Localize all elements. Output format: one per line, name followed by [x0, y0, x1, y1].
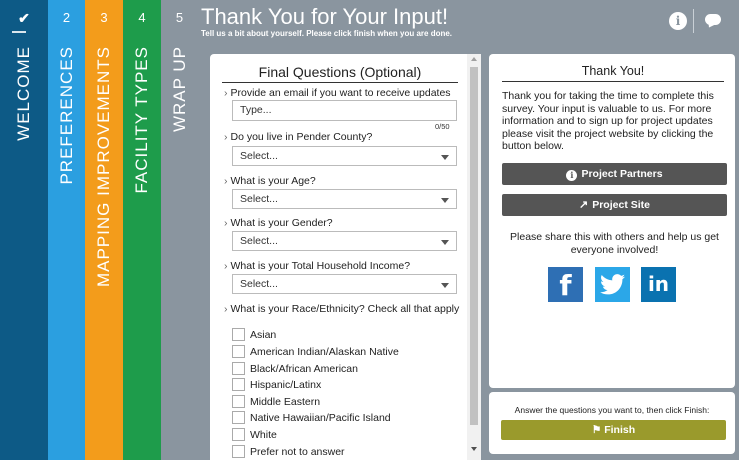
finish-button[interactable]: ⚑ Finish: [501, 420, 726, 440]
flag-icon: ⚑: [591, 424, 605, 436]
scroll-up-icon[interactable]: [471, 57, 477, 61]
race-question: › What is your Race/Ethnicity? Check all …: [224, 303, 460, 315]
caret-down-icon: [441, 240, 449, 245]
share-text: Please share this with others and help u…: [510, 231, 719, 256]
checkbox[interactable]: [232, 328, 245, 341]
chat-icon[interactable]: [704, 12, 722, 30]
county-question: › Do you live in Pender County?: [224, 131, 373, 143]
project-site-button[interactable]: ↗ Project Site: [502, 194, 727, 216]
checkbox[interactable]: [232, 428, 245, 441]
step-number: 3: [100, 10, 108, 25]
thank-you-message: Thank you for taking the time to complet…: [502, 90, 714, 152]
questions-panel: Final Questions (Optional) › Provide an e…: [210, 54, 481, 460]
step-tab-welcome[interactable]: ✔ WELCOME: [0, 0, 48, 460]
check-icon: ✔: [18, 10, 30, 26]
page-title: Thank You for Your Input!: [201, 4, 449, 29]
step-label-welcome: WELCOME: [14, 46, 33, 141]
scroll-down-icon[interactable]: [471, 447, 477, 451]
thank-you-panel: Thank You! Thank you for taking the time…: [489, 54, 735, 388]
step-number: 2: [62, 10, 71, 25]
form-scrollbar[interactable]: [467, 54, 481, 460]
scrollbar-thumb[interactable]: [470, 67, 478, 425]
form-title: Final Questions (Optional): [222, 64, 458, 83]
county-select[interactable]: Select...: [232, 146, 457, 166]
step-number: 5: [175, 10, 184, 25]
checkbox[interactable]: [232, 445, 245, 458]
page-subtitle: Tell us a bit about yourself. Please cli…: [201, 29, 453, 38]
income-select[interactable]: Select...: [232, 274, 457, 294]
email-question: › Provide an email if you want to receive…: [224, 87, 451, 99]
step-number: 4: [138, 10, 146, 25]
step-tab-wrap-up[interactable]: 5 WRAP UP: [161, 0, 198, 460]
gender-question: › What is your Gender?: [224, 217, 333, 229]
info-icon[interactable]: i: [669, 12, 687, 30]
email-input[interactable]: Type...: [232, 100, 457, 121]
step-tab-preferences[interactable]: 2 PREFERENCES: [48, 0, 85, 460]
checkbox[interactable]: [232, 411, 245, 424]
gender-select[interactable]: Select...: [232, 231, 457, 251]
finish-panel: Answer the questions you want to, then c…: [489, 392, 735, 454]
facebook-icon[interactable]: f: [548, 267, 583, 302]
project-partners-button[interactable]: i Project Partners: [502, 163, 727, 185]
caret-down-icon: [441, 155, 449, 160]
active-step-underline: [12, 31, 26, 33]
finish-instruction: Answer the questions you want to, then c…: [514, 405, 710, 415]
step-tab-facility-types[interactable]: 4 FACILITY TYPES: [123, 0, 161, 460]
step-label-preferences: PREFERENCES: [56, 46, 76, 185]
caret-down-icon: [441, 198, 449, 203]
checkbox[interactable]: [232, 345, 245, 358]
twitter-icon[interactable]: [595, 267, 630, 302]
checkbox[interactable]: [232, 378, 245, 391]
info-icon: i: [566, 170, 578, 181]
checkbox[interactable]: [232, 395, 245, 408]
income-question: › What is your Total Household Income?: [224, 260, 411, 272]
step-label-wrap-up: WRAP UP: [169, 46, 189, 133]
step-label-facility-types: FACILITY TYPES: [132, 46, 151, 194]
linkedin-icon[interactable]: in: [641, 267, 676, 302]
age-select[interactable]: Select...: [232, 189, 457, 209]
step-tab-mapping-improvements[interactable]: 3 MAPPING IMPROVEMENTS: [85, 0, 123, 460]
page-header: Thank You for Your Input! Tell us a bit …: [198, 0, 739, 44]
step-label-mapping-improvements: MAPPING IMPROVEMENTS: [94, 46, 113, 288]
external-link-icon: ↗: [579, 199, 589, 211]
caret-down-icon: [441, 283, 449, 288]
thank-you-title: Thank You!: [502, 64, 724, 82]
checkbox[interactable]: [232, 362, 245, 375]
header-divider: [693, 9, 694, 33]
age-question: › What is your Age?: [224, 175, 316, 187]
email-char-counter: 0/50: [435, 122, 450, 131]
